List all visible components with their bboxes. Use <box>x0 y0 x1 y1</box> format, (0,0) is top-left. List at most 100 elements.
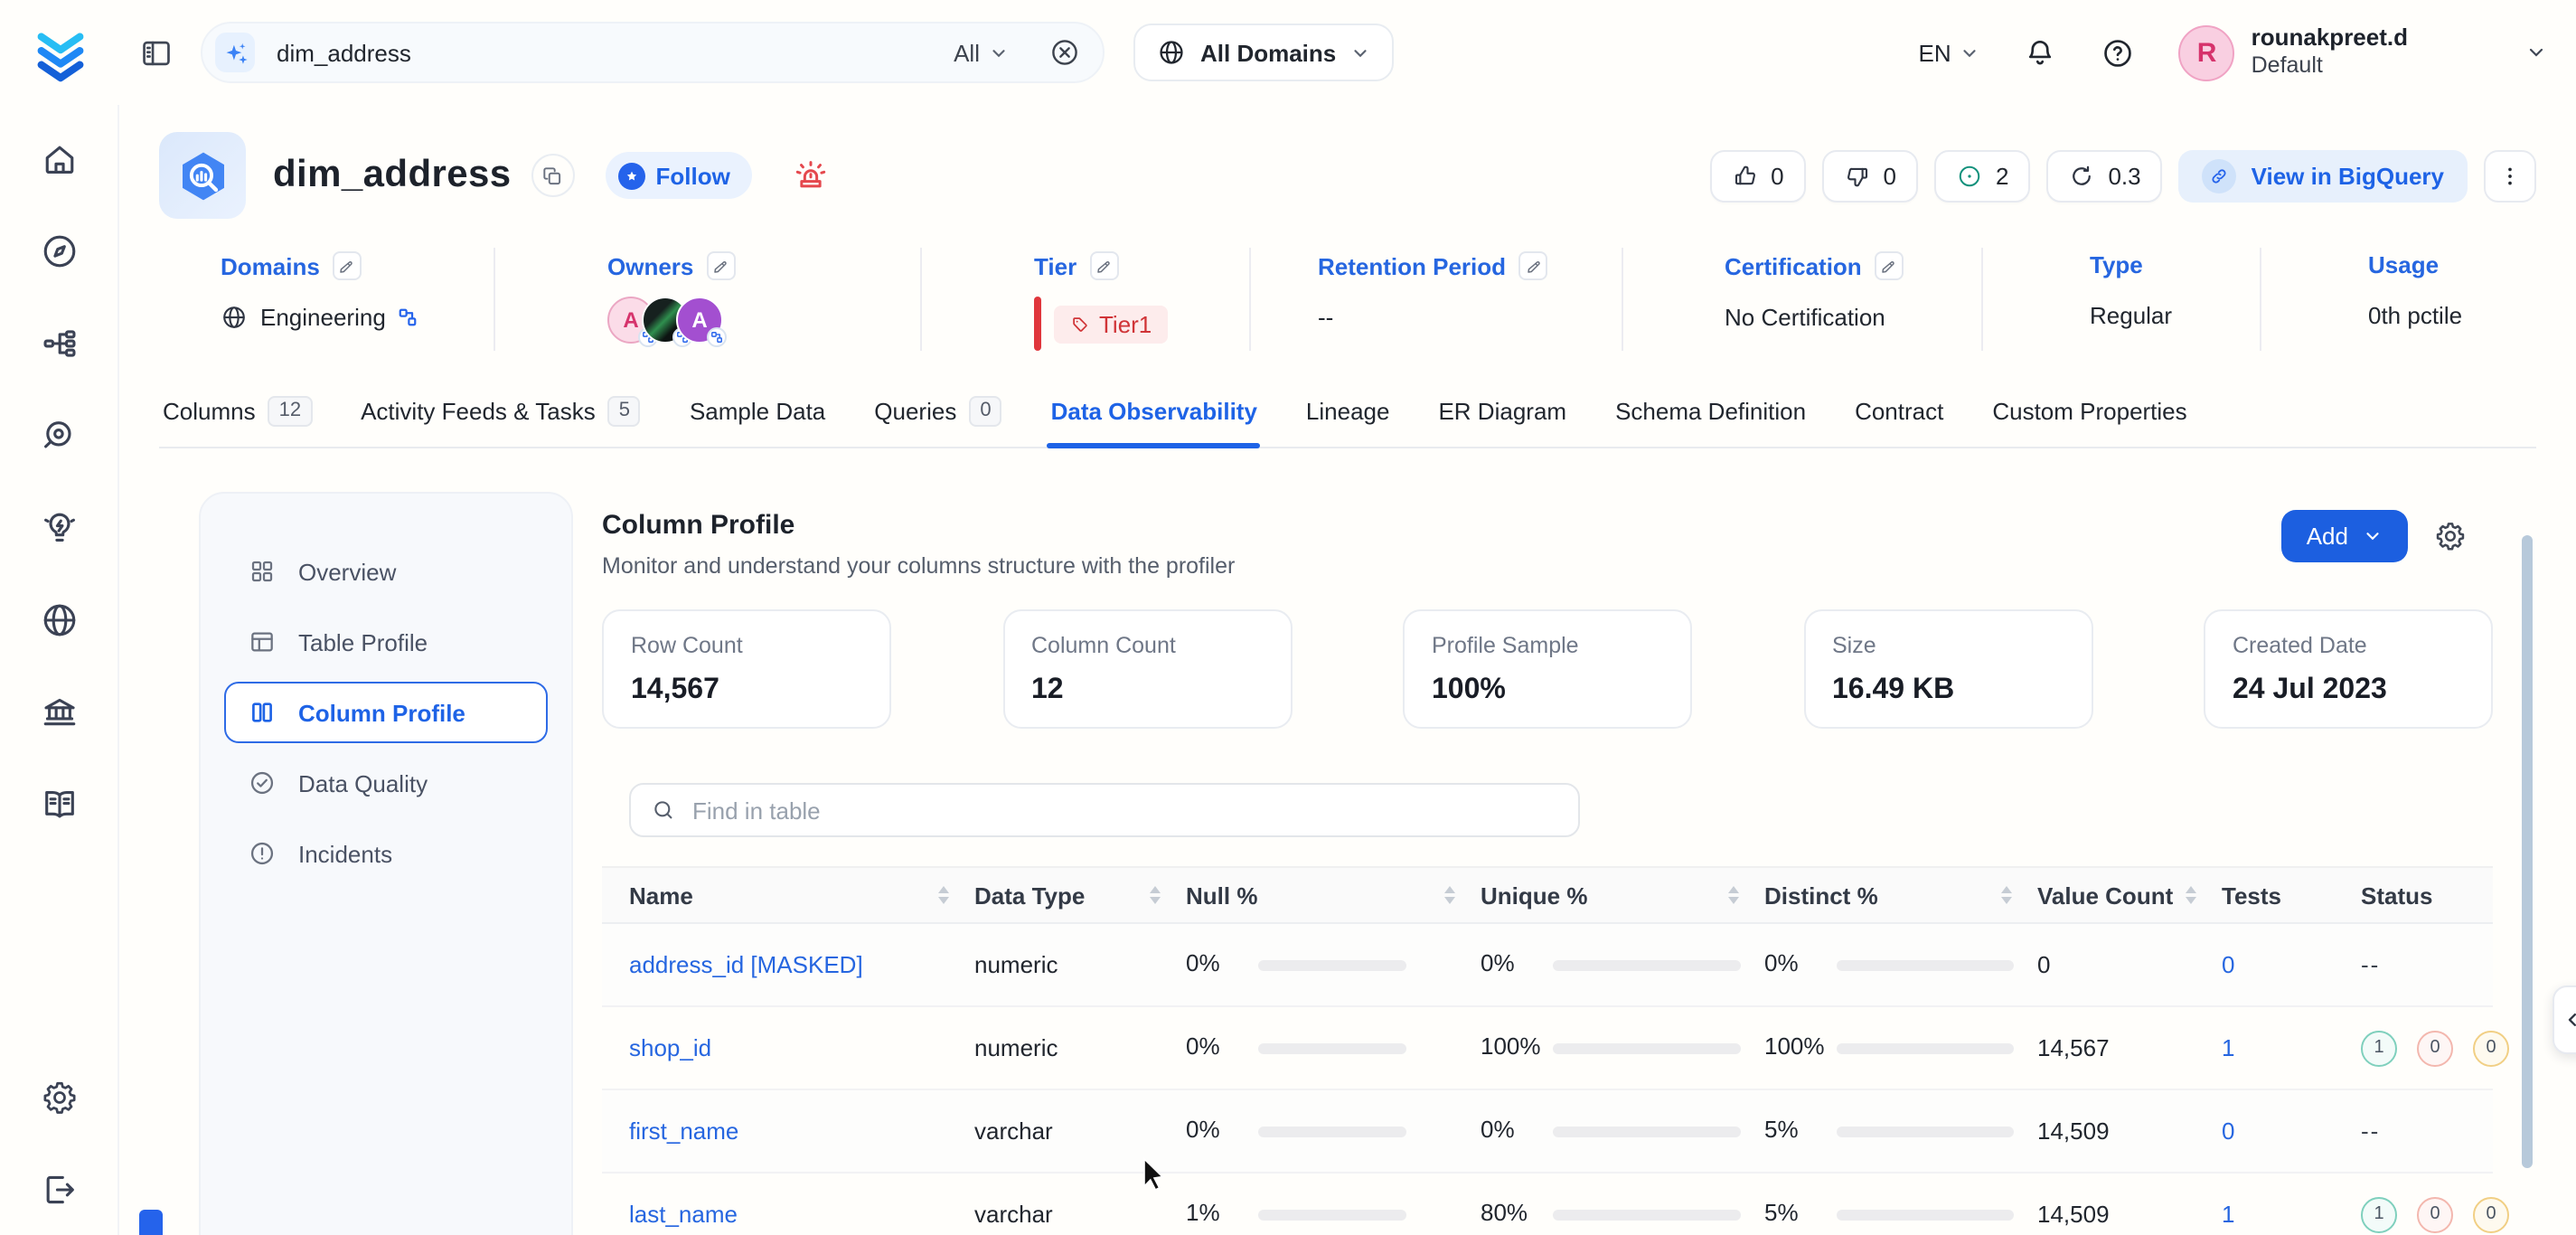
tests-count-link[interactable]: 1 <box>2222 1201 2234 1228</box>
chevron-down-icon <box>989 42 1009 62</box>
thumbs-down-button[interactable]: 0 <box>1822 149 1918 202</box>
column-header-label: Tests <box>2222 881 2281 909</box>
tier-badge[interactable]: Tier1 <box>1054 305 1168 343</box>
column-header-name[interactable]: Name <box>629 868 974 922</box>
language-dropdown[interactable]: EN <box>1919 39 1980 66</box>
edit-owners-icon[interactable] <box>706 251 735 280</box>
sidebar-item-glossary-icon[interactable] <box>39 785 79 825</box>
sidebar-item-domain-icon[interactable] <box>39 600 79 640</box>
tab-queries[interactable]: Queries0 <box>870 389 1005 447</box>
expand-panel-button[interactable] <box>2552 985 2576 1054</box>
search-scope-dropdown[interactable]: All <box>954 39 1009 66</box>
domain-value[interactable]: Engineering <box>221 304 475 331</box>
domain-filter-dropdown[interactable]: All Domains <box>1133 24 1394 81</box>
target-button[interactable]: 2 <box>1934 149 2030 202</box>
floating-widget[interactable] <box>139 1210 163 1235</box>
status-failed-badge[interactable]: 0 <box>2417 1030 2453 1066</box>
table-search[interactable] <box>629 783 1580 837</box>
profiler-nav-data-quality[interactable]: Data Quality <box>224 752 548 814</box>
column-name-link[interactable]: shop_id <box>629 1034 711 1061</box>
tab-sample-data[interactable]: Sample Data <box>686 389 829 447</box>
tab-contract[interactable]: Contract <box>1851 389 1947 447</box>
global-search[interactable]: All <box>201 22 1105 83</box>
sidebar-toggle-icon[interactable] <box>139 35 174 70</box>
tab-custom-properties[interactable]: Custom Properties <box>1988 389 2190 447</box>
sort-icon[interactable] <box>1444 886 1455 904</box>
sort-icon[interactable] <box>1150 886 1161 904</box>
tab-er-diagram[interactable]: ER Diagram <box>1434 389 1570 447</box>
sort-icon[interactable] <box>2001 886 2012 904</box>
sidebar-item-logout-icon[interactable] <box>39 1170 79 1210</box>
status-success-badge[interactable]: 1 <box>2361 1196 2397 1232</box>
tier-label-text: Tier1 <box>1099 310 1152 337</box>
edit-domains-icon[interactable] <box>333 251 362 280</box>
column-header-data-type[interactable]: Data Type <box>974 868 1186 922</box>
sidebar-item-pipeline-icon[interactable] <box>39 324 79 363</box>
null-percent: 0% <box>1186 947 1247 982</box>
find-in-table-input[interactable] <box>692 797 1558 824</box>
sidebar-item-explore-icon[interactable] <box>39 231 79 271</box>
tab-label: Sample Data <box>690 398 825 425</box>
notifications-bell-icon[interactable] <box>2024 35 2058 70</box>
profiler-nav-overview[interactable]: Overview <box>224 541 548 602</box>
column-name-link[interactable]: first_name <box>629 1117 738 1145</box>
thumbs-down-icon <box>1844 162 1871 189</box>
cell-value-count: 14,509 <box>2037 1201 2222 1228</box>
sidebar-item-observability-icon[interactable] <box>39 416 79 456</box>
profiler-nav-column-profile[interactable]: Column Profile <box>224 682 548 743</box>
column-name-link[interactable]: address_id [MASKED] <box>629 951 863 978</box>
edit-tier-icon[interactable] <box>1089 251 1118 280</box>
sort-icon[interactable] <box>1728 886 1739 904</box>
unique-progress-bar <box>1553 959 1741 970</box>
search-input[interactable] <box>277 39 954 66</box>
user-menu[interactable]: R rounakpreet.d Default <box>2179 24 2547 81</box>
tab-data-observability[interactable]: Data Observability <box>1048 389 1261 447</box>
scrollbar-thumb[interactable] <box>2522 535 2533 1168</box>
help-icon[interactable] <box>2101 35 2136 70</box>
tests-count-link[interactable]: 1 <box>2222 1034 2234 1061</box>
follow-button[interactable]: Follow <box>606 152 752 199</box>
copy-name-icon[interactable] <box>531 154 575 197</box>
add-button[interactable]: Add <box>2281 510 2408 562</box>
column-name-link[interactable]: last_name <box>629 1201 738 1228</box>
sidebar-item-insights-icon[interactable] <box>39 508 79 548</box>
tab-columns[interactable]: Columns12 <box>159 389 315 447</box>
status-success-badge[interactable]: 1 <box>2361 1030 2397 1066</box>
view-in-bigquery-button[interactable]: View in BigQuery <box>2179 149 2468 202</box>
sidebar-item-govern-icon[interactable] <box>39 693 79 732</box>
null-progress-bar <box>1258 959 1406 970</box>
settings-gear-icon[interactable] <box>2433 519 2468 553</box>
refresh-button[interactable]: 0.3 <box>2046 149 2162 202</box>
column-header-null-[interactable]: Null % <box>1186 868 1481 922</box>
status-aborted-badge[interactable]: 0 <box>2473 1196 2509 1232</box>
status-failed-badge[interactable]: 0 <box>2417 1196 2453 1232</box>
thumbs-up-button[interactable]: 0 <box>1709 149 1805 202</box>
meta-label-domains: Domains <box>221 252 320 279</box>
distinct-progress-bar <box>1837 959 2014 970</box>
edit-retention-icon[interactable] <box>1518 251 1547 280</box>
owner-avatar[interactable]: A <box>676 297 723 344</box>
column-header-value-count[interactable]: Value Count <box>2037 868 2222 922</box>
tests-count-link[interactable]: 0 <box>2222 951 2234 978</box>
tests-count-link[interactable]: 0 <box>2222 1117 2234 1145</box>
nav-item-label: Table Profile <box>298 628 428 655</box>
sidebar-item-settings-icon[interactable] <box>39 1078 79 1117</box>
sort-icon[interactable] <box>938 886 949 904</box>
alert-alarm-icon[interactable] <box>792 156 830 194</box>
profiler-nav-incidents[interactable]: Incidents <box>224 823 548 884</box>
sidebar-item-home-icon[interactable] <box>39 139 79 179</box>
profiler-nav-table-profile[interactable]: Table Profile <box>224 611 548 673</box>
status-aborted-badge[interactable]: 0 <box>2473 1030 2509 1066</box>
more-actions-button[interactable] <box>2484 149 2536 202</box>
edit-certification-icon[interactable] <box>1875 251 1904 280</box>
grid-icon <box>248 557 277 586</box>
tab-lineage[interactable]: Lineage <box>1302 389 1394 447</box>
app-logo[interactable] <box>0 23 119 82</box>
tab-schema-definition[interactable]: Schema Definition <box>1612 389 1810 447</box>
tab-activity-feeds-tasks[interactable]: Activity Feeds & Tasks5 <box>357 389 644 447</box>
column-header-unique-[interactable]: Unique % <box>1481 868 1764 922</box>
cell-distinct: 5% <box>1764 1197 2037 1231</box>
search-clear-icon[interactable] <box>1048 36 1081 69</box>
column-header-distinct-[interactable]: Distinct % <box>1764 868 2037 922</box>
sort-icon[interactable] <box>2186 886 2196 904</box>
